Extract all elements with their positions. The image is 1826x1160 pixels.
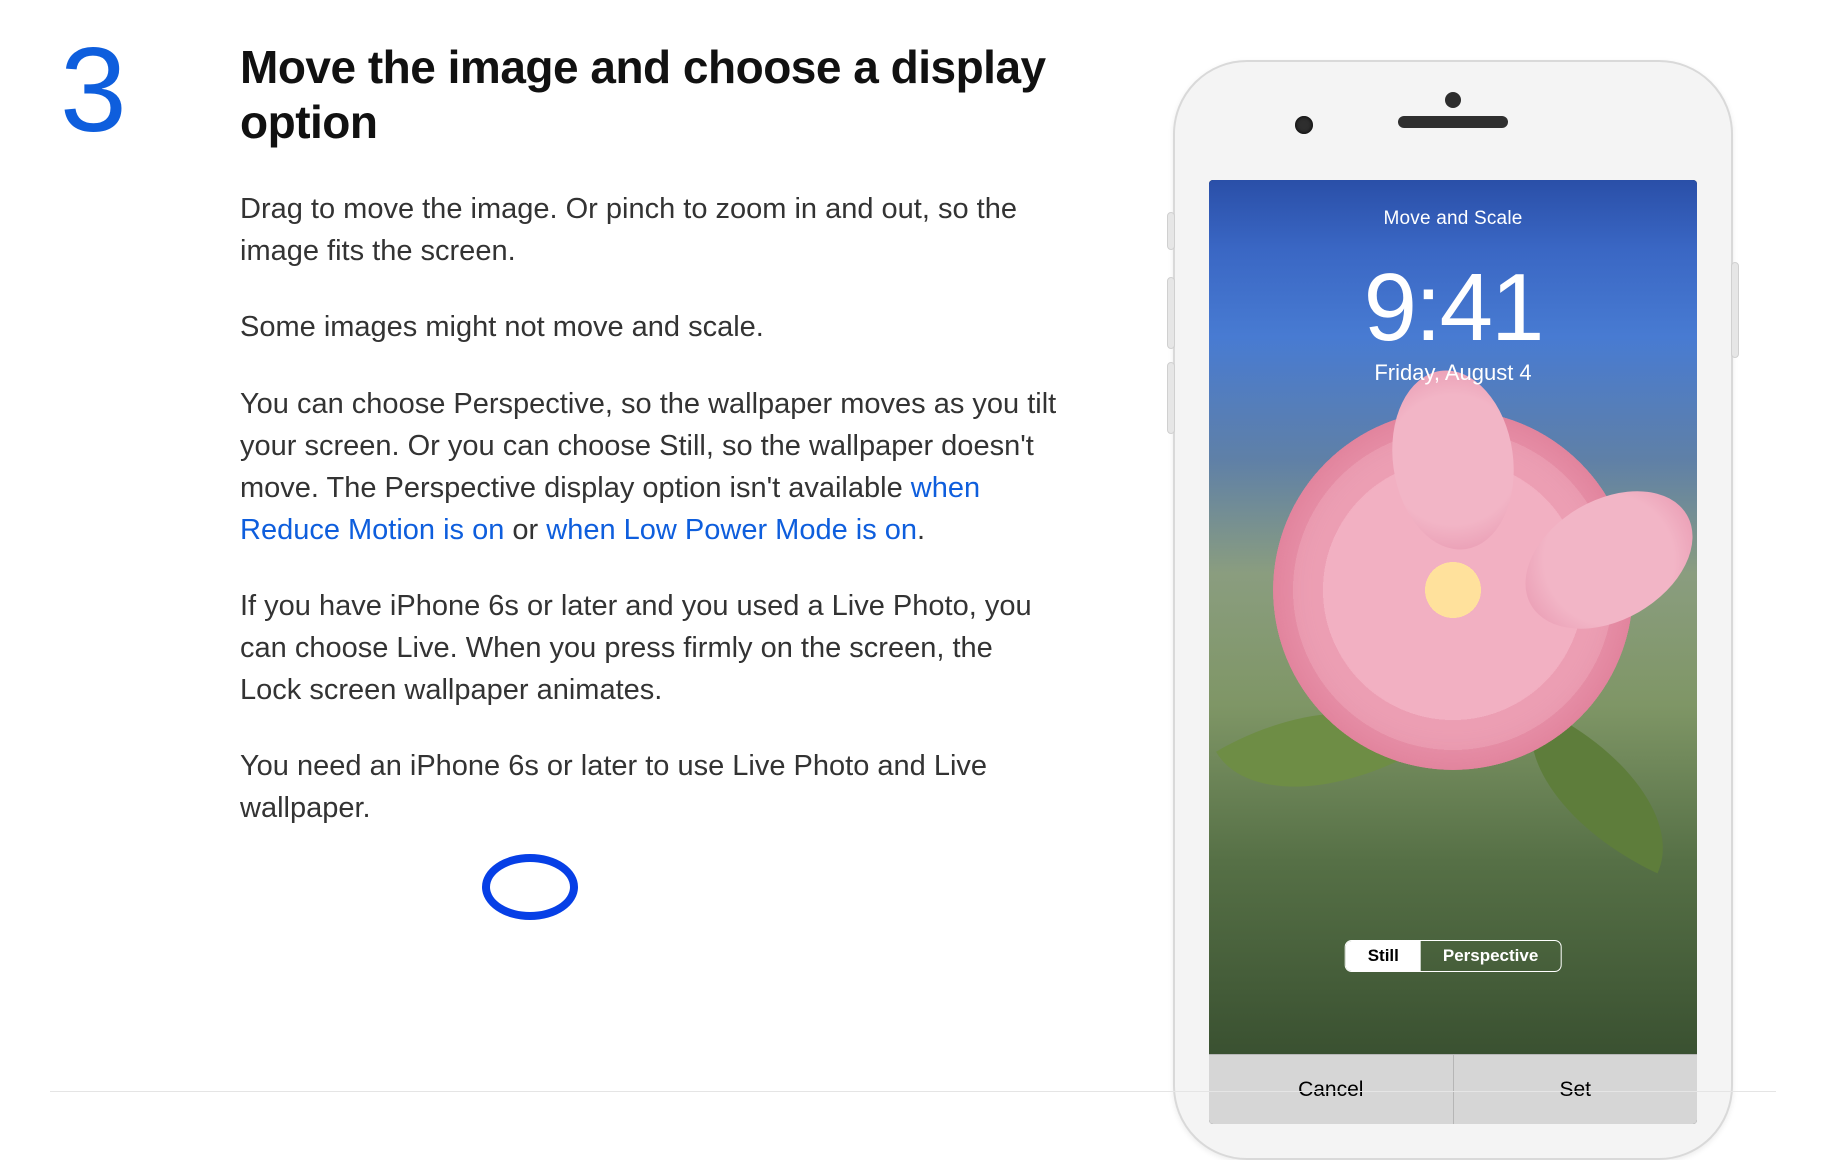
front-camera-icon [1295, 116, 1313, 134]
step-paragraph-4: If you have iPhone 6s or later and you u… [240, 585, 1060, 711]
low-power-mode-link[interactable]: when Low Power Mode is on [546, 514, 917, 546]
volume-up-button [1167, 277, 1175, 349]
earpiece-speaker [1398, 116, 1508, 128]
p3-text-b: or [504, 514, 546, 546]
step-number: 3 [60, 30, 160, 1140]
iphone-device: Move and Scale 9:41 Friday, August 4 Sti… [1173, 60, 1733, 1160]
step-paragraph-1: Drag to move the image. Or pinch to zoom… [240, 188, 1060, 272]
lock-screen-time: 9:41 [1364, 260, 1543, 356]
move-and-scale-label: Move and Scale [1383, 208, 1522, 230]
mute-switch [1167, 212, 1175, 250]
still-option[interactable]: Still [1346, 941, 1421, 971]
lock-screen-date: Friday, August 4 [1374, 360, 1531, 386]
power-button [1731, 262, 1739, 358]
step-paragraph-2: Some images might not move and scale. [240, 306, 1060, 348]
phone-screen: Move and Scale 9:41 Friday, August 4 Sti… [1209, 180, 1697, 1124]
cancel-button[interactable]: Cancel [1209, 1055, 1454, 1124]
section-divider [50, 1091, 1776, 1092]
proximity-sensor [1445, 92, 1461, 108]
flower-decoration [1273, 410, 1633, 770]
step-paragraph-3: You can choose Perspective, so the wallp… [240, 383, 1060, 551]
volume-down-button [1167, 362, 1175, 434]
display-option-segmented[interactable]: Still Perspective [1345, 940, 1562, 972]
step-title: Move the image and choose a display opti… [240, 40, 1060, 150]
wallpaper-preview[interactable]: Move and Scale 9:41 Friday, August 4 Sti… [1209, 180, 1697, 1054]
step-content: Move the image and choose a display opti… [240, 40, 1060, 1140]
step-paragraph-5: You need an iPhone 6s or later to use Li… [240, 745, 1060, 829]
p3-text-c: . [917, 514, 925, 546]
set-button[interactable]: Set [1454, 1055, 1698, 1124]
wallpaper-footer: Cancel Set [1209, 1054, 1697, 1124]
perspective-option[interactable]: Perspective [1421, 941, 1560, 971]
phone-illustration: Move and Scale 9:41 Friday, August 4 Sti… [1140, 40, 1766, 1140]
